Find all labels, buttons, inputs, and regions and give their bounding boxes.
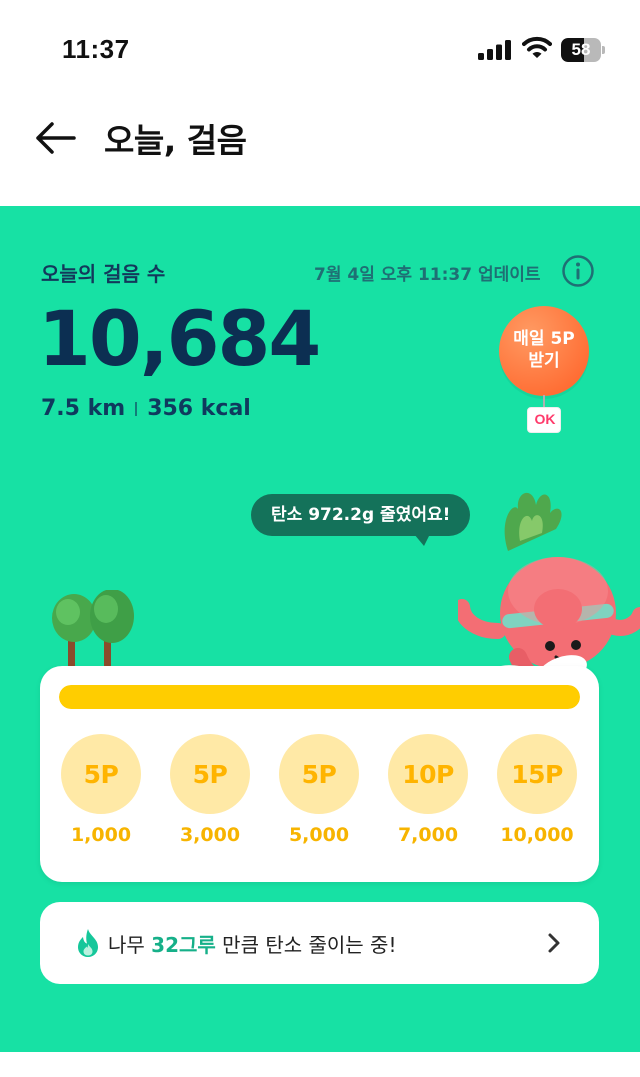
milestone-10000[interactable]: 15P 10,000 [497, 734, 577, 846]
battery-icon: 58 [561, 38, 605, 62]
bottom-strip [0, 1052, 640, 1077]
milestone-5000[interactable]: 5P 5,000 [279, 734, 359, 846]
bubble-tail [414, 534, 430, 546]
reward-coin: 10P [388, 734, 468, 814]
battery-percent: 58 [571, 40, 591, 59]
milestone-steps: 5,000 [288, 824, 350, 846]
steps-dashboard: 오늘의 걸음 수 7월 4일 오후 11:37 업데이트 10,684 7.5 … [0, 206, 640, 1052]
milestone-1000[interactable]: 5P 1,000 [61, 734, 141, 846]
progress-bar [59, 685, 580, 709]
mascot-character [458, 492, 640, 691]
milestone-steps: 3,000 [179, 824, 241, 846]
ok-cashbag-logo: OK [527, 407, 561, 433]
chevron-right-icon [548, 933, 560, 953]
milestone-steps: 1,000 [70, 824, 132, 846]
carbon-saved-bubble: 탄소 972.2g 줄였어요! [251, 494, 471, 536]
distance-value: 7.5 km [41, 396, 126, 421]
status-time: 11:37 [62, 34, 130, 64]
app-header: 오늘, 걸음 [0, 100, 640, 206]
updated-timestamp: 7월 4일 오후 11:37 업데이트 [314, 265, 541, 285]
steps-count: 10,684 [38, 294, 321, 383]
metrics-row: 7.5 km 356 kcal [41, 396, 251, 421]
reward-coin: 5P [61, 734, 141, 814]
steps-label: 오늘의 걸음 수 [41, 262, 166, 286]
milestone-steps: 10,000 [500, 824, 574, 846]
signal-icon [478, 40, 511, 60]
fire-icon [78, 929, 98, 957]
milestone-7000[interactable]: 10P 7,000 [388, 734, 468, 846]
daily-bonus-button[interactable]: 매일 5P 받기 OK [497, 306, 593, 438]
carbon-message: 나무 32그루 만큼 탄소 줄이는 중! [108, 933, 397, 957]
page-title: 오늘, 걸음 [104, 121, 247, 160]
status-bar: 11:37 58 [0, 0, 640, 100]
metrics-divider [135, 401, 138, 416]
milestone-steps: 7,000 [397, 824, 459, 846]
progress-fill [59, 685, 580, 709]
reward-coin: 5P [170, 734, 250, 814]
trees-illustration [52, 590, 134, 674]
reward-progress-card: 5P 1,000 5P 3,000 5P 5,000 10P 7,000 15P… [40, 666, 599, 882]
info-circle-icon[interactable] [561, 254, 595, 288]
wifi-icon [522, 36, 552, 58]
reward-coin: 5P [279, 734, 359, 814]
milestone-3000[interactable]: 5P 3,000 [170, 734, 250, 846]
calories-value: 356 kcal [147, 396, 251, 421]
arrow-left-icon[interactable] [34, 120, 78, 156]
carbon-reduction-card[interactable]: 나무 32그루 만큼 탄소 줄이는 중! [40, 902, 599, 984]
bonus-label: 매일 5P 받기 [513, 329, 575, 371]
reward-coin: 15P [497, 734, 577, 814]
tree-count: 32그루 [151, 933, 216, 957]
